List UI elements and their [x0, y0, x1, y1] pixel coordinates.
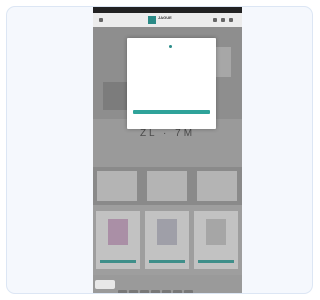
payment-icon	[140, 290, 149, 293]
cookie-settings-button[interactable]	[95, 280, 115, 289]
store-logo[interactable]: JAGUE	[148, 16, 178, 24]
product-tile[interactable]	[96, 211, 140, 269]
accept-cookies-button[interactable]	[133, 110, 210, 114]
product-image	[206, 219, 226, 245]
payment-icon	[173, 290, 182, 293]
payment-icon	[162, 290, 171, 293]
product-tile[interactable]	[145, 211, 189, 269]
payment-icon	[118, 290, 127, 293]
cookie-icon	[169, 44, 172, 48]
product-strip	[93, 167, 242, 205]
account-icon[interactable]	[221, 18, 225, 22]
hero-caption: ZL · 7M	[139, 128, 196, 139]
screenshot-card: JAGUE ZL · 7M	[6, 6, 313, 294]
header-nav: JAGUE	[93, 13, 242, 27]
payment-icons	[118, 282, 238, 293]
product-label-bar	[149, 260, 185, 263]
product-card[interactable]	[147, 171, 187, 201]
menu-icon[interactable]	[99, 18, 103, 22]
product-label-bar	[198, 260, 234, 263]
product-grid	[93, 205, 242, 275]
cookie-consent-modal	[127, 38, 216, 129]
product-label-bar	[100, 260, 136, 263]
logo-text: JAGUE	[158, 15, 172, 20]
modal-title	[127, 44, 216, 48]
modal-body	[133, 52, 210, 54]
product-image	[157, 219, 177, 245]
product-image	[108, 219, 128, 245]
product-tile[interactable]	[194, 211, 238, 269]
payment-icon	[184, 290, 193, 293]
cart-icon[interactable]	[229, 18, 233, 22]
search-icon[interactable]	[213, 18, 217, 22]
product-card[interactable]	[97, 171, 137, 201]
product-card[interactable]	[197, 171, 237, 201]
logo-mark-icon	[148, 16, 156, 24]
payment-icon	[129, 290, 138, 293]
payment-icon	[151, 290, 160, 293]
